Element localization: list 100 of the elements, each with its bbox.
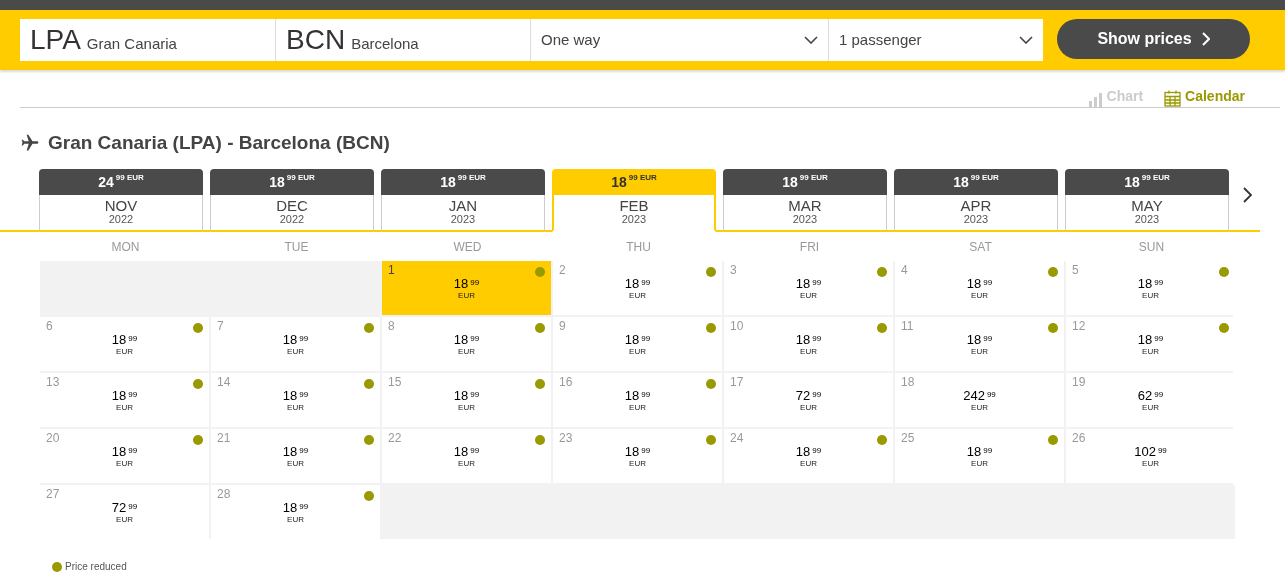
day-cell[interactable]: 26 102$^{99}$ EUR: [1066, 429, 1235, 483]
chevron-right-icon: [1201, 32, 1210, 46]
day-price: 18$^{99}$: [453, 445, 480, 459]
day-number: 26: [1072, 432, 1087, 446]
month-price: 18$^{99 EUR}$: [381, 169, 545, 195]
day-number: 12: [1072, 320, 1087, 334]
month-price: 18$^{99 EUR}$: [894, 169, 1058, 195]
day-number: 2: [559, 264, 567, 278]
day-cell[interactable]: 10 18$^{99}$ EUR: [724, 317, 893, 371]
day-number: 18: [901, 376, 916, 390]
weekday-label: TUE: [283, 238, 310, 256]
day-price: 18$^{99}$: [624, 333, 651, 347]
day-cell[interactable]: 13 18$^{99}$ EUR: [40, 373, 209, 427]
day-price: 72$^{99}$: [795, 389, 822, 403]
month-name: JAN: [448, 198, 478, 214]
day-number: 11: [901, 320, 915, 334]
day-cell[interactable]: 23 18$^{99}$ EUR: [553, 429, 722, 483]
origin-field[interactable]: LPA Gran Canaria: [20, 19, 276, 61]
month-year: 2023: [450, 213, 476, 226]
currency-label: EUR: [458, 458, 475, 470]
day-cell[interactable]: 1 18$^{99}$ EUR: [382, 261, 551, 315]
day-number: 22: [388, 432, 403, 446]
day-number: 19: [1072, 376, 1087, 390]
day-number: 15: [388, 376, 403, 390]
day-price: 18$^{99}$: [453, 277, 480, 291]
day-number: 13: [46, 376, 61, 390]
month-year: 2023: [792, 213, 818, 226]
day-price: 18$^{99}$: [795, 445, 822, 459]
city-name: Barcelona: [351, 33, 419, 54]
day-number: 9: [559, 320, 567, 334]
day-cell[interactable]: 24 18$^{99}$ EUR: [724, 429, 893, 483]
day-number: 20: [46, 432, 61, 446]
day-cell[interactable]: 21 18$^{99}$ EUR: [211, 429, 380, 483]
day-cell[interactable]: 18 242$^{99}$ EUR: [895, 373, 1064, 427]
day-cell[interactable]: 19 62$^{99}$ EUR: [1066, 373, 1235, 427]
day-number: 10: [730, 320, 745, 334]
day-cell[interactable]: 25 18$^{99}$ EUR: [895, 429, 1064, 483]
day-cell[interactable]: 20 18$^{99}$ EUR: [40, 429, 209, 483]
day-price: 18$^{99}$: [1137, 333, 1164, 347]
day-price: 18$^{99}$: [453, 333, 480, 347]
day-cell[interactable]: 9 18$^{99}$ EUR: [553, 317, 722, 371]
day-number: 27: [46, 488, 61, 502]
day-number: 14: [217, 376, 232, 390]
chevron-right-icon[interactable]: [1243, 187, 1252, 203]
day-cell[interactable]: 5 18$^{99}$ EUR: [1066, 261, 1235, 315]
currency-label: EUR: [287, 458, 304, 470]
currency-label: EUR: [458, 402, 475, 414]
day-price: 18$^{99}$: [111, 333, 138, 347]
weekday-label: MON: [110, 238, 141, 256]
city-name: Gran Canaria: [86, 33, 177, 54]
day-cell[interactable]: 28 18$^{99}$ EUR: [211, 485, 380, 539]
weekday-label: SUN: [1137, 238, 1166, 256]
month-year: 2023: [1134, 213, 1160, 226]
day-cell[interactable]: 16 18$^{99}$ EUR: [553, 373, 722, 427]
day-cell[interactable]: 11 18$^{99}$ EUR: [895, 317, 1064, 371]
day-cell[interactable]: 8 18$^{99}$ EUR: [382, 317, 551, 371]
currency-label: EUR: [116, 402, 133, 414]
day-price: 18$^{99}$: [624, 445, 651, 459]
currency-label: EUR: [971, 290, 988, 302]
day-price: 18$^{99}$: [282, 389, 309, 403]
day-number: 3: [730, 264, 738, 278]
currency-label: EUR: [1142, 402, 1159, 414]
show-prices-button[interactable]: Show prices: [1057, 19, 1250, 59]
month-name: DEC: [276, 198, 308, 214]
day-cell[interactable]: 22 18$^{99}$ EUR: [382, 429, 551, 483]
day-number: 23: [559, 432, 574, 446]
weekday-label: SAT: [968, 238, 993, 256]
day-price: 18$^{99}$: [1137, 277, 1164, 291]
currency-label: EUR: [116, 514, 133, 526]
day-cell[interactable]: 3 18$^{99}$ EUR: [724, 261, 893, 315]
day-cell[interactable]: 6 18$^{99}$ EUR: [40, 317, 209, 371]
currency-label: EUR: [1142, 458, 1159, 470]
day-cell[interactable]: 17 72$^{99}$ EUR: [724, 373, 893, 427]
currency-label: EUR: [971, 346, 988, 358]
month-name: FEB: [619, 198, 649, 214]
day-price: 18$^{99}$: [111, 389, 138, 403]
day-cell[interactable]: 14 18$^{99}$ EUR: [211, 373, 380, 427]
route-title: Gran Canaria (LPA) - Barcelona (BCN): [48, 130, 390, 155]
day-cell[interactable]: 27 72$^{99}$ EUR: [40, 485, 209, 539]
day-number: 24: [730, 432, 745, 446]
day-cell[interactable]: 4 18$^{99}$ EUR: [895, 261, 1064, 315]
chevron-down-icon: [804, 36, 818, 44]
day-cell[interactable]: 7 18$^{99}$ EUR: [211, 317, 380, 371]
day-cell[interactable]: 2 18$^{99}$ EUR: [553, 261, 722, 315]
month-year: 2023: [963, 213, 989, 226]
day-number: 17: [730, 376, 745, 390]
day-cell[interactable]: 12 18$^{99}$ EUR: [1066, 317, 1235, 371]
day-price: 18$^{99}$: [282, 501, 309, 515]
currency-label: EUR: [287, 514, 304, 526]
month-price: 18$^{99 EUR}$: [210, 169, 374, 195]
currency-label: EUR: [629, 458, 646, 470]
month-year: 2022: [108, 213, 134, 226]
day-price: 18$^{99}$: [795, 333, 822, 347]
day-number: 1: [388, 264, 396, 278]
currency-label: EUR: [287, 402, 304, 414]
day-price: 102$^{99}$: [1134, 445, 1167, 459]
day-cell[interactable]: 15 18$^{99}$ EUR: [382, 373, 551, 427]
day-price: 18$^{99}$: [282, 445, 309, 459]
day-number: 4: [901, 264, 909, 278]
airport-code: BCN: [286, 26, 346, 54]
